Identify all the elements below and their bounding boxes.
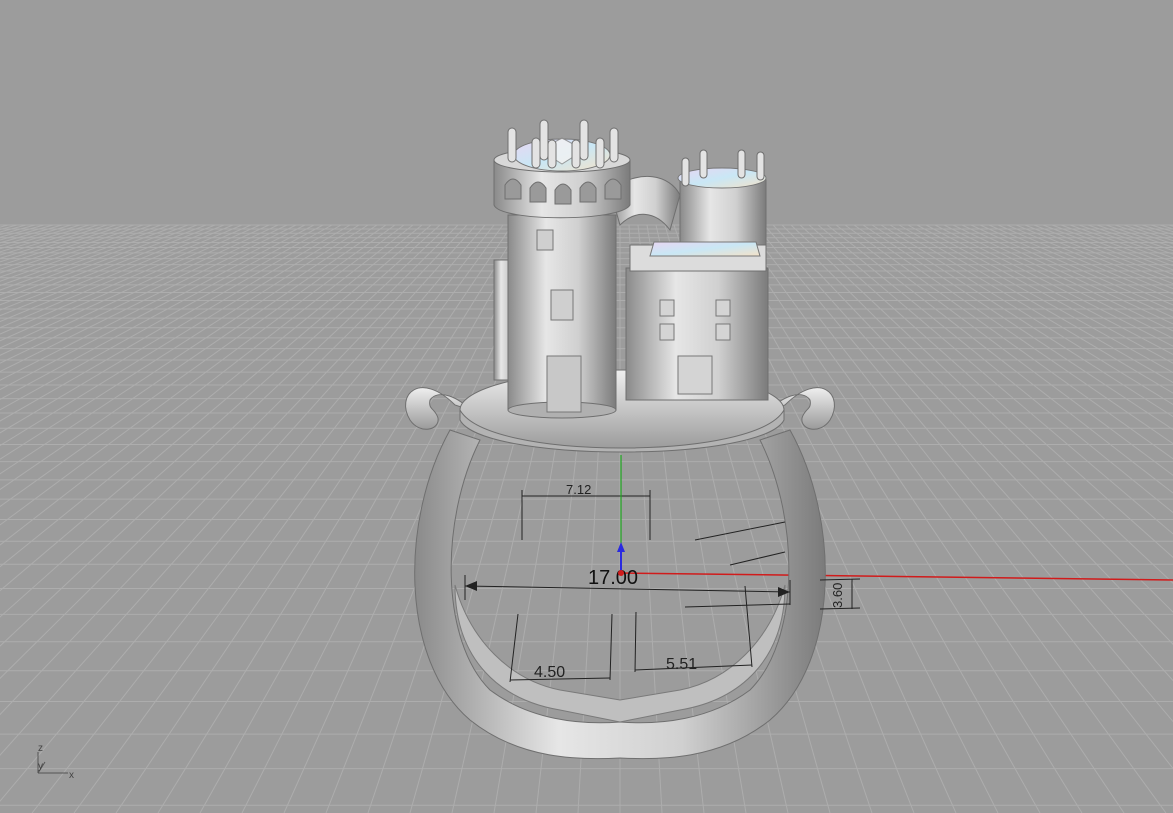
dimension-height: 3.60	[830, 583, 845, 608]
dimension-left-band: 4.50	[534, 664, 565, 681]
tower-window-middle	[550, 289, 574, 321]
dimension-right-band: 5.51	[666, 656, 697, 673]
side-gemstone	[677, 167, 767, 189]
triad-z-label: z	[38, 743, 43, 754]
tower-window-top	[536, 229, 554, 251]
dimension-diameter: 17.00	[588, 567, 638, 589]
dimension-top-width: 7.12	[566, 482, 591, 497]
tower-door	[546, 355, 582, 413]
keep-gemstone	[649, 241, 761, 257]
perspective-viewport[interactable]: 7.12 17.00 3.60 4.50 5.51 z y x	[0, 0, 1173, 813]
triad-y-label: y	[38, 761, 43, 772]
origin-point[interactable]	[618, 570, 624, 576]
triad-x-label: x	[69, 770, 74, 781]
side-turret	[679, 179, 767, 251]
